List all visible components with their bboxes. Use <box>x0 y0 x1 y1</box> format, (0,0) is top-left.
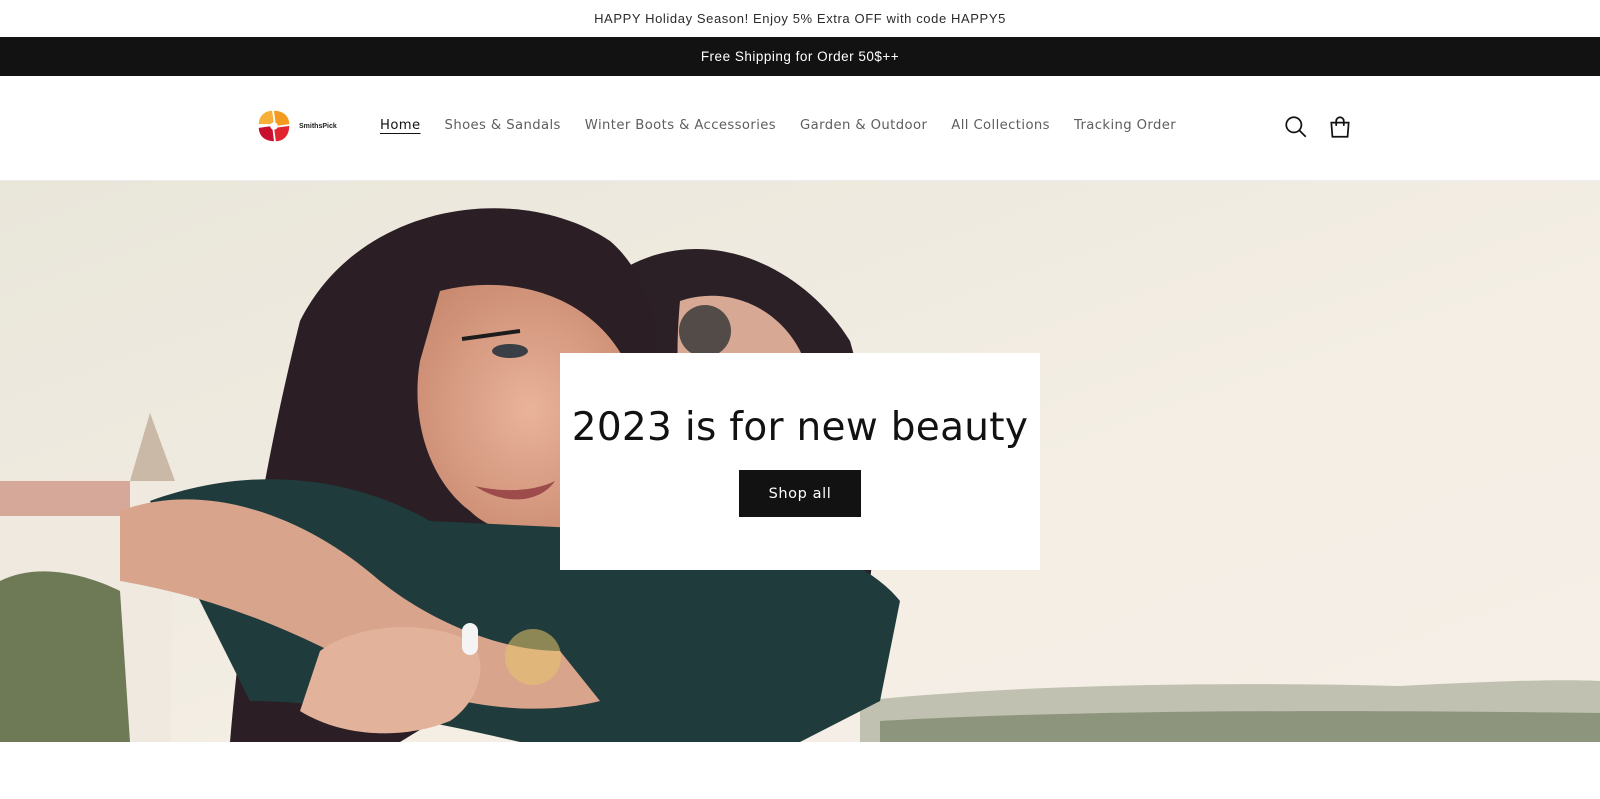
search-icon[interactable] <box>1283 114 1309 140</box>
site-header: SmithsPick Home Shoes & Sandals Winter B… <box>0 76 1600 181</box>
hero-content-box: 2023 is for new beauty Shop all <box>560 353 1040 570</box>
hero-title: 2023 is for new beauty <box>571 405 1029 450</box>
announcement-top-text: HAPPY Holiday Season! Enjoy 5% Extra OFF… <box>594 11 1006 26</box>
nav-home[interactable]: Home <box>380 118 421 133</box>
nav-winter-boots-accessories[interactable]: Winter Boots & Accessories <box>585 118 776 133</box>
announcement-bar-text: Free Shipping for Order 50$++ <box>700 49 900 64</box>
logo-icon <box>258 110 290 142</box>
nav-all-collections[interactable]: All Collections <box>951 118 1050 133</box>
nav-garden-outdoor[interactable]: Garden & Outdoor <box>800 118 927 133</box>
main-nav: Home Shoes & Sandals Winter Boots & Acce… <box>380 118 1176 133</box>
announcement-bar: Free Shipping for Order 50$++ <box>0 37 1600 76</box>
shop-all-button[interactable]: Shop all <box>739 470 861 517</box>
nav-shoes-sandals[interactable]: Shoes & Sandals <box>445 118 561 133</box>
nav-tracking-order[interactable]: Tracking Order <box>1074 118 1176 133</box>
hero-banner: 2023 is for new beauty Shop all <box>0 181 1600 742</box>
cart-icon[interactable] <box>1327 114 1353 140</box>
announcement-top: HAPPY Holiday Season! Enjoy 5% Extra OFF… <box>0 0 1600 37</box>
logo-text: SmithsPick <box>299 122 337 130</box>
logo[interactable]: SmithsPick <box>255 107 337 145</box>
